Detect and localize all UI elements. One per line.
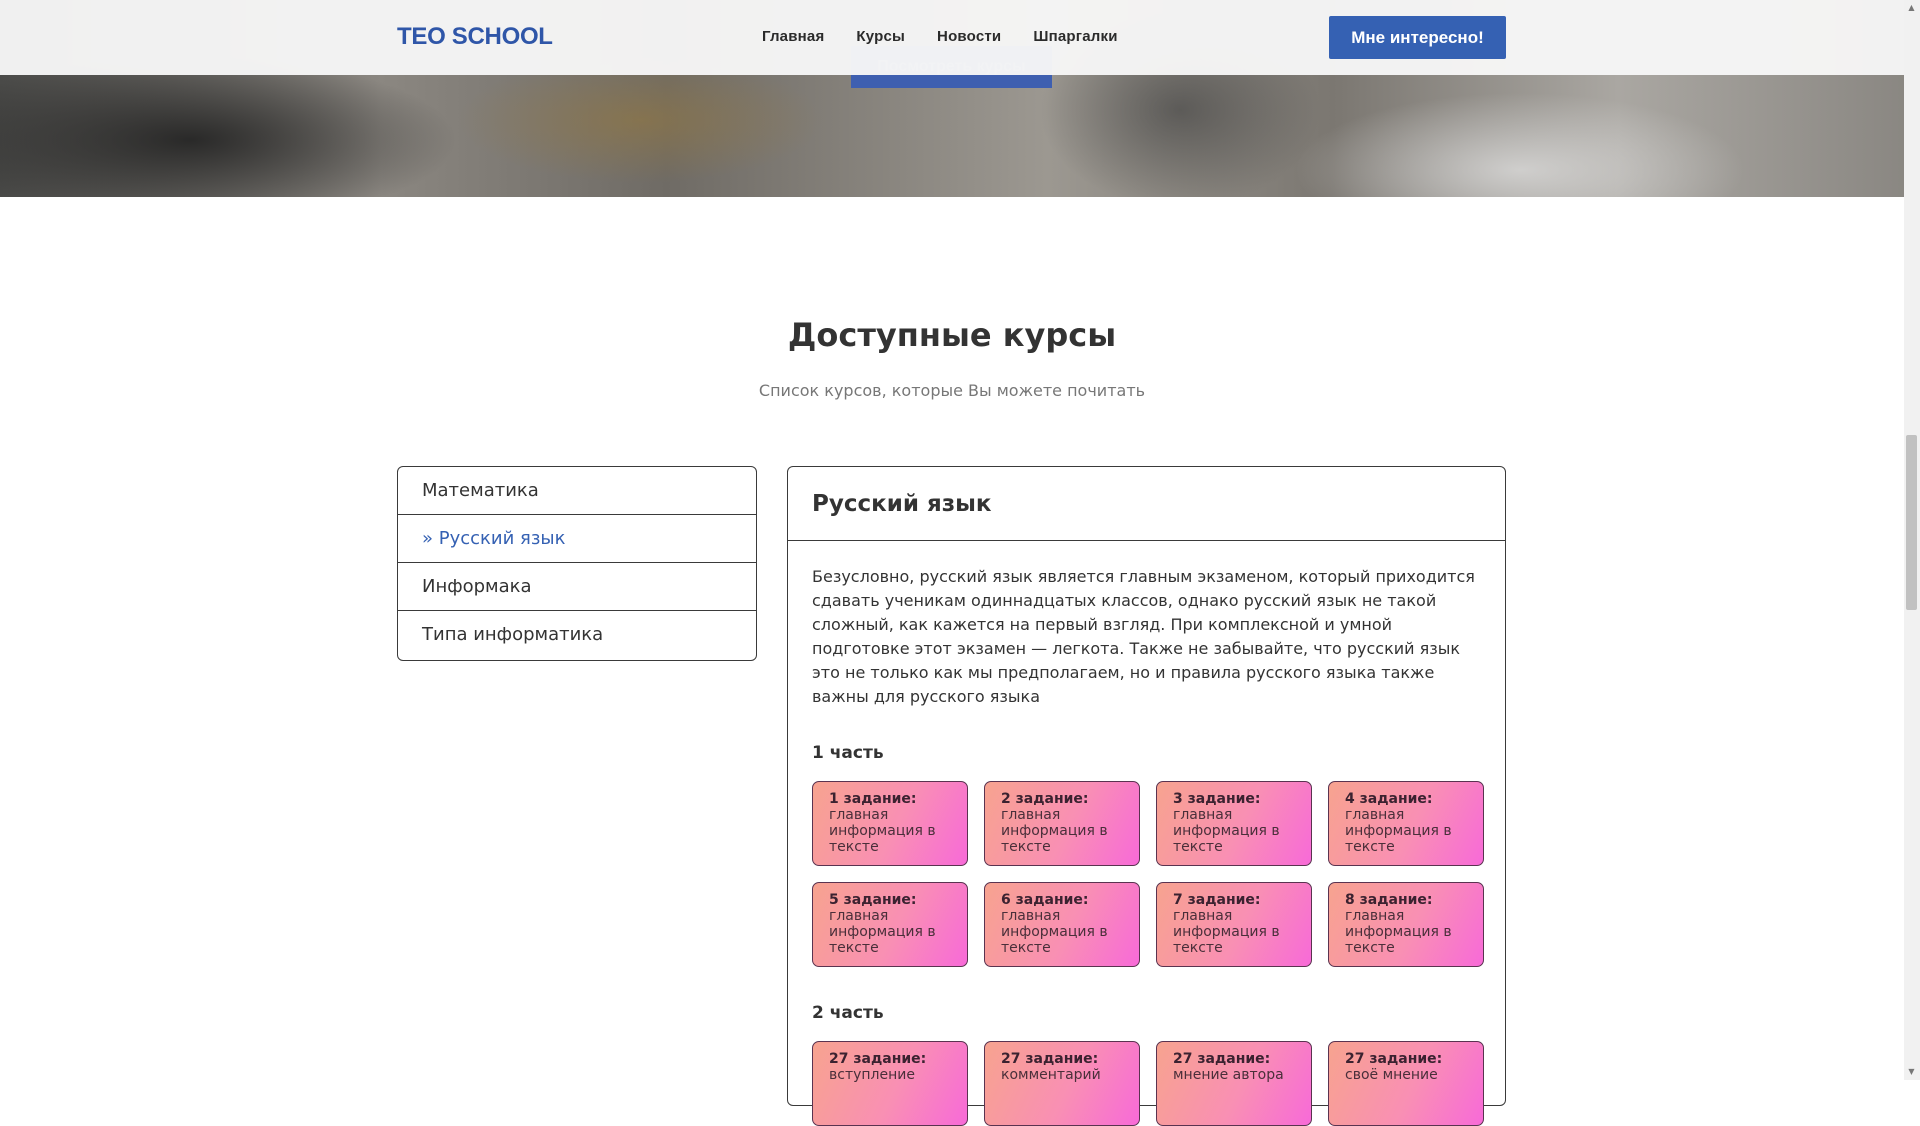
task-desc: главная информация в тексте [829, 908, 936, 956]
task-card[interactable]: 27 задание: вступление [812, 1041, 968, 1126]
scroll-down-icon[interactable]: ▼ [1906, 1066, 1917, 1078]
nav-courses[interactable]: Курсы [856, 28, 905, 45]
scroll-up-icon[interactable]: ▲ [1906, 2, 1917, 14]
task-card[interactable]: 27 задание: комментарий [984, 1041, 1140, 1126]
main-nav: Главная Курсы Новости Шпаргалки [762, 28, 1118, 45]
task-desc: главная информация в тексте [1001, 908, 1108, 956]
course-card: Русский язык Безусловно, русский язык яв… [787, 466, 1506, 1126]
course-card-title: Русский язык [788, 467, 1505, 541]
logo[interactable]: TEO SCHOOL [397, 23, 553, 51]
task-title: 2 задание: [1001, 791, 1089, 807]
part-1-label: 1 часть [812, 743, 884, 763]
nav-news[interactable]: Новости [937, 28, 1001, 45]
part-2-label: 2 часть [812, 1003, 884, 1023]
task-card[interactable]: 3 задание: главная информация в тексте [1156, 781, 1312, 866]
task-desc: вступление [829, 1067, 915, 1083]
task-card[interactable]: 1 задание: главная информация в тексте [812, 781, 968, 866]
section-subtitle: Список курсов, которые Вы можете почитат… [758, 381, 1146, 400]
task-card[interactable]: 6 задание: главная информация в тексте [984, 882, 1140, 967]
nav-home[interactable]: Главная [762, 28, 824, 45]
task-desc: главная информация в тексте [1173, 807, 1280, 855]
part-2-tasks: 27 задание: вступление 27 задание: коммент… [812, 1041, 1484, 1126]
course-description: Безусловно, русский язык является главны… [812, 567, 1475, 706]
task-title: 6 задание: [1001, 892, 1089, 908]
task-desc: главная информация в тексте [1345, 908, 1452, 956]
task-title: 27 задание: [1173, 1051, 1271, 1067]
task-card[interactable]: 4 задание: главная информация в тексте [1328, 781, 1484, 866]
site-header: TEO SCHOOL Главная Курсы Новости Шпаргал… [0, 0, 1904, 75]
task-card[interactable]: 2 задание: главная информация в тексте [984, 781, 1140, 866]
task-desc: главная информация в тексте [829, 807, 936, 855]
interested-button[interactable]: Мне интересно! [1329, 16, 1506, 59]
scrollbar-thumb[interactable] [1906, 435, 1917, 610]
task-card[interactable]: 8 задание: главная информация в тексте [1328, 882, 1484, 967]
task-title: 5 задание: [829, 892, 917, 908]
task-card[interactable]: 5 задание: главная информация в тексте [812, 882, 968, 967]
task-title: 7 задание: [1173, 892, 1261, 908]
task-card[interactable]: 27 задание: мнение автора [1156, 1041, 1312, 1126]
task-title: 27 задание: [1001, 1051, 1099, 1067]
task-title: 4 задание: [1345, 791, 1433, 807]
course-item-informaka[interactable]: Информака [398, 563, 756, 611]
course-list: Математика » Русский язык Информака Типа… [397, 466, 757, 661]
task-desc: главная информация в тексте [1345, 807, 1452, 855]
task-card[interactable]: 27 задание: своё мнение [1328, 1041, 1484, 1126]
nav-cheatsheets[interactable]: Шпаргалки [1033, 28, 1117, 45]
course-item-tipa-informatika[interactable]: Типа информатика [398, 611, 756, 660]
task-title: 27 задание: [829, 1051, 927, 1067]
task-desc: комментарий [1001, 1067, 1101, 1083]
task-title: 8 задание: [1345, 892, 1433, 908]
course-item-math[interactable]: Математика [398, 467, 756, 515]
part-1-tasks: 1 задание: главная информация в тексте 2 … [812, 781, 1484, 967]
task-card[interactable]: 7 задание: главная информация в тексте [1156, 882, 1312, 967]
task-title: 3 задание: [1173, 791, 1261, 807]
task-desc: главная информация в тексте [1001, 807, 1108, 855]
task-title: 1 задание: [829, 791, 917, 807]
course-item-russian[interactable]: » Русский язык [398, 515, 756, 563]
section-title: Доступные курсы [787, 316, 1117, 354]
task-desc: мнение автора [1173, 1067, 1284, 1083]
task-title: 27 задание: [1345, 1051, 1443, 1067]
task-desc: своё мнение [1345, 1067, 1438, 1083]
task-desc: главная информация в тексте [1173, 908, 1280, 956]
